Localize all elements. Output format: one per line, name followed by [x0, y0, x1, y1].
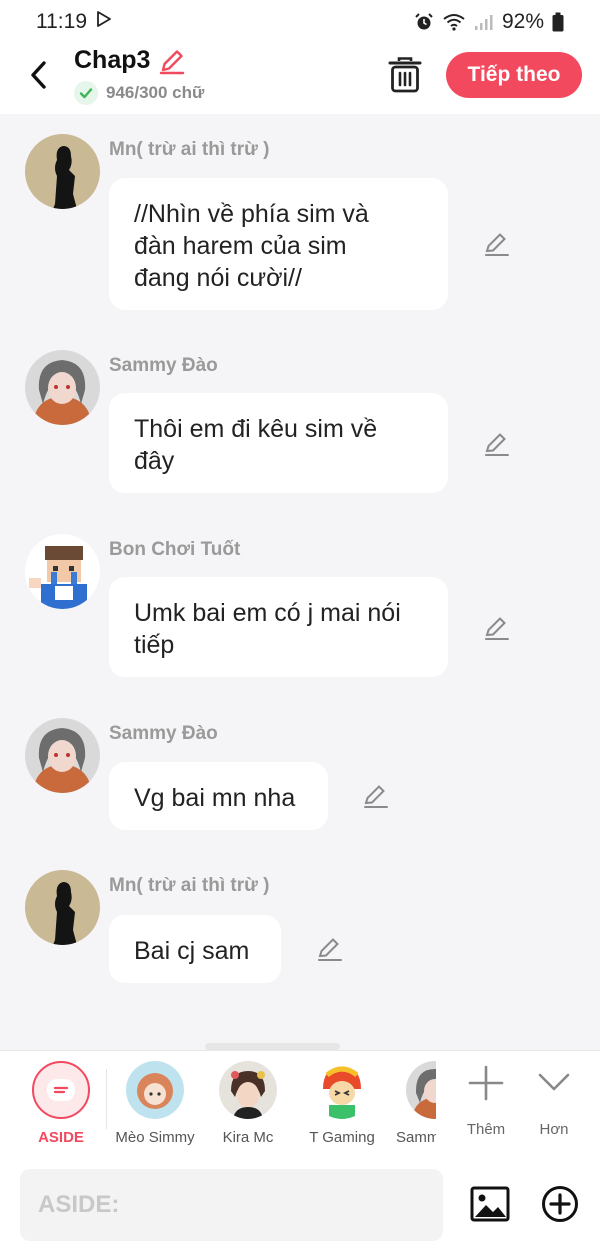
add-label: Thêm — [466, 1121, 506, 1138]
play-store-icon — [95, 10, 113, 34]
sender-name: Mn( trừ ai thì trừ ) — [109, 139, 270, 160]
message-line: đàn harem của sim — [134, 232, 347, 260]
chapter-title[interactable]: Chap3 — [74, 46, 204, 75]
delete-button[interactable] — [388, 56, 422, 94]
sender-name: Bon Chơi Tuốt — [109, 539, 241, 560]
wifi-icon — [442, 12, 466, 32]
plus-icon — [468, 1065, 504, 1101]
message-line: Thôi em đi kêu sim về — [134, 415, 378, 443]
character-aside[interactable]: ASIDE — [26, 1061, 96, 1146]
add-character-button[interactable]: Thêm — [462, 1063, 510, 1138]
battery-icon — [552, 12, 564, 32]
character-meo-simmy[interactable]: Mèo Simmy — [112, 1061, 198, 1146]
message-bubble[interactable]: Umk bai em có j mai nói tiếp — [109, 577, 448, 677]
message-line: Vg bai mn nha — [134, 784, 296, 812]
chevron-down-icon — [538, 1073, 570, 1091]
image-icon[interactable] — [470, 1184, 510, 1224]
edit-icon[interactable] — [483, 430, 511, 458]
message-line: //Nhìn về phía sim và — [134, 200, 369, 228]
message-line: tiếp — [134, 631, 175, 659]
signal-icon — [474, 13, 494, 31]
character-t-gaming[interactable]: T Gaming — [300, 1061, 384, 1146]
aside-icon — [32, 1061, 90, 1119]
avatar[interactable] — [25, 870, 100, 945]
avatar — [219, 1061, 277, 1119]
message-line: đang nói cười// — [134, 264, 302, 292]
message-bubble[interactable]: //Nhìn về phía sim và đàn harem của sim … — [109, 178, 448, 310]
avatar[interactable] — [25, 534, 100, 609]
message-line: đây — [134, 447, 175, 475]
chapter-title-text: Chap3 — [74, 46, 151, 74]
edit-icon[interactable] — [483, 230, 511, 258]
character-kira-mc[interactable]: Kira Mc — [212, 1061, 284, 1146]
alarm-icon — [414, 12, 434, 32]
more-label: Hơn — [539, 1121, 569, 1138]
chapter-title-block: Chap3 946/300 chữ — [74, 46, 204, 105]
battery-level: 92% — [501, 10, 544, 33]
avatar[interactable] — [25, 718, 100, 793]
sender-name: Mn( trừ ai thì trừ ) — [109, 875, 270, 896]
check-icon — [74, 81, 98, 105]
divider — [106, 1069, 107, 1129]
message-line: Umk bai em có j mai nói — [134, 599, 401, 627]
more-button[interactable]: Hơn — [530, 1063, 578, 1138]
message-line: Bai cj sam — [134, 937, 250, 965]
character-label: Kira Mc — [222, 1129, 274, 1146]
character-label: ASIDE — [38, 1129, 84, 1146]
sender-name: Sammy Đào — [109, 723, 218, 744]
word-count: 946/300 chữ — [74, 81, 204, 105]
drag-handle[interactable] — [205, 1043, 340, 1050]
clock: 11:19 — [36, 10, 87, 33]
character-samm[interactable]: Samm — [396, 1061, 436, 1146]
editor-header: Chap3 946/300 chữ Tiếp theo — [0, 44, 600, 114]
sender-name: Sammy Đào — [109, 355, 218, 376]
edit-icon[interactable] — [362, 782, 390, 810]
add-circle-icon[interactable] — [540, 1184, 580, 1224]
avatar[interactable] — [25, 134, 100, 209]
word-count-text: 946/300 chữ — [106, 83, 205, 102]
avatar — [406, 1061, 436, 1119]
message-bubble[interactable]: Vg bai mn nha — [109, 762, 328, 830]
character-label: T Gaming — [309, 1129, 375, 1146]
trash-icon — [388, 57, 422, 93]
avatar — [313, 1061, 371, 1119]
character-label: Mèo Simmy — [115, 1129, 195, 1146]
message-bubble[interactable]: Bai cj sam — [109, 915, 281, 983]
avatar[interactable] — [25, 350, 100, 425]
status-bar: 11:19 92% — [0, 0, 600, 44]
composer: ASIDE: — [0, 1158, 600, 1253]
pencil-icon[interactable] — [158, 47, 186, 75]
character-selector: ASIDE Mèo Simmy Kira Mc T Gaming Samm Th… — [0, 1050, 600, 1158]
back-button[interactable] — [22, 58, 56, 92]
edit-icon[interactable] — [483, 614, 511, 642]
message-input[interactable]: ASIDE: — [20, 1169, 443, 1241]
avatar — [126, 1061, 184, 1119]
message-bubble[interactable]: Thôi em đi kêu sim về đây — [109, 393, 448, 493]
edit-icon[interactable] — [316, 935, 344, 963]
next-button[interactable]: Tiếp theo — [446, 52, 582, 98]
character-label: Samm — [396, 1129, 436, 1146]
chevron-left-icon — [31, 61, 46, 89]
